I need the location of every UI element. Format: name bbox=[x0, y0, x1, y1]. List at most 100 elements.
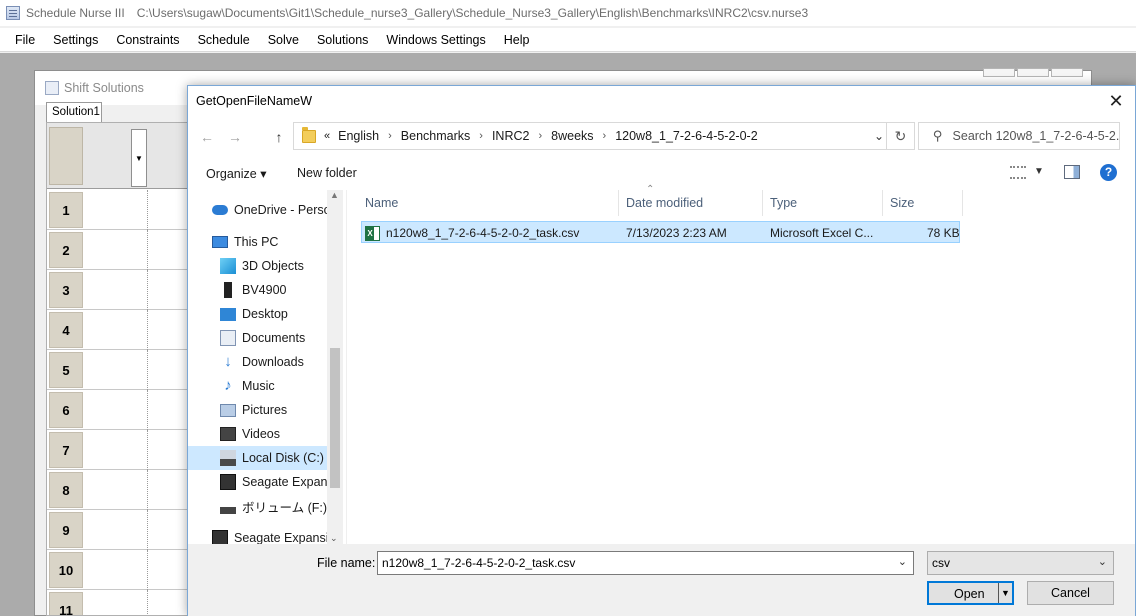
breadcrumb-current-folder[interactable]: 120w8_1_7-2-6-4-5-2-0-2 bbox=[615, 129, 757, 143]
minimize-button[interactable] bbox=[983, 68, 1015, 77]
chevron-down-icon[interactable]: ⌄ bbox=[874, 129, 884, 143]
column-dropdown-button[interactable]: ▼ bbox=[131, 129, 147, 187]
column-header-type[interactable]: Type bbox=[763, 190, 883, 216]
desktop-icon bbox=[220, 307, 236, 321]
table-row[interactable]: 3 bbox=[47, 270, 190, 310]
menu-windows-settings[interactable]: Windows Settings bbox=[377, 33, 494, 47]
file-size: 78 KB bbox=[927, 226, 960, 240]
nav-item-documents[interactable]: Documents bbox=[220, 326, 305, 350]
view-options-icon[interactable] bbox=[1010, 166, 1026, 179]
chevron-down-icon: ⌄ bbox=[1097, 556, 1107, 568]
cube-icon bbox=[220, 258, 236, 274]
nav-item-seagate-2[interactable]: Seagate Expansion bbox=[212, 526, 342, 544]
chevron-down-icon[interactable]: ⌄ bbox=[898, 555, 907, 568]
close-button[interactable] bbox=[1051, 68, 1083, 77]
preview-pane-icon[interactable] bbox=[1064, 165, 1080, 179]
menu-solutions[interactable]: Solutions bbox=[308, 33, 377, 47]
nav-item-music[interactable]: ♪ Music bbox=[220, 374, 274, 398]
organize-button[interactable]: Organize ▾ bbox=[206, 166, 266, 181]
scrollbar-thumb[interactable] bbox=[330, 348, 340, 488]
pictures-icon bbox=[220, 403, 236, 417]
menu-help[interactable]: Help bbox=[495, 33, 539, 47]
tab-solution1[interactable]: Solution1 bbox=[46, 102, 102, 122]
address-bar[interactable]: « English › Benchmarks › INRC2 › 8weeks … bbox=[293, 122, 915, 150]
file-row[interactable]: n120w8_1_7-2-6-4-5-2-0-2_task.csv 7/13/2… bbox=[361, 221, 960, 243]
file-type-select[interactable]: csv ⌄ bbox=[927, 551, 1114, 575]
row-number: 5 bbox=[49, 352, 83, 388]
refresh-icon[interactable]: ↻ bbox=[886, 123, 914, 149]
chevron-down-icon[interactable]: ▼ bbox=[1034, 166, 1044, 177]
music-icon: ♪ bbox=[224, 377, 232, 394]
chevron-right-icon[interactable]: › bbox=[388, 130, 392, 142]
column-header-name[interactable]: Name bbox=[348, 190, 619, 216]
open-split-dropdown-icon[interactable]: ▼ bbox=[998, 583, 1012, 603]
dialog-close-button[interactable]: ✕ bbox=[1107, 92, 1125, 110]
menu-file[interactable]: File bbox=[6, 33, 44, 47]
nav-item-pictures[interactable]: Pictures bbox=[220, 398, 287, 422]
pane-divider[interactable] bbox=[346, 190, 347, 544]
breadcrumb-overflow[interactable]: « bbox=[324, 130, 330, 142]
chevron-right-icon[interactable]: › bbox=[538, 130, 542, 142]
menu-constraints[interactable]: Constraints bbox=[107, 33, 188, 47]
file-name-field[interactable]: n120w8_1_7-2-6-4-5-2-0-2_task.csv ⌄ bbox=[377, 551, 914, 575]
search-box[interactable]: ⚲ Search 120w8_1_7-2-6-4-5-2... bbox=[918, 122, 1120, 150]
menu-solve[interactable]: Solve bbox=[259, 33, 308, 47]
dialog-title-bar[interactable]: GetOpenFileNameW bbox=[188, 86, 1135, 116]
drive-icon bbox=[220, 498, 236, 514]
scroll-down-icon[interactable]: ⌄ bbox=[330, 533, 338, 544]
nav-item-videos[interactable]: Videos bbox=[220, 422, 280, 446]
scroll-up-icon[interactable]: ▲ bbox=[330, 190, 339, 200]
app-file-path: C:\Users\sugaw\Documents\Git1\Schedule_n… bbox=[136, 6, 809, 20]
menu-schedule[interactable]: Schedule bbox=[189, 33, 259, 47]
menu-bar: File Settings Constraints Schedule Solve… bbox=[0, 28, 1136, 52]
maximize-button[interactable] bbox=[1017, 68, 1049, 77]
nav-item-onedrive[interactable]: OneDrive - Persor bbox=[212, 198, 335, 222]
table-row[interactable]: 1 bbox=[47, 190, 190, 230]
table-row[interactable]: 5 bbox=[47, 350, 190, 390]
nav-item-downloads[interactable]: ↓ Downloads bbox=[220, 350, 304, 374]
row-number: 2 bbox=[49, 232, 83, 268]
nav-item-local-disk[interactable]: Local Disk (C:) bbox=[188, 446, 327, 470]
shift-solutions-title: Shift Solutions bbox=[64, 81, 144, 95]
breadcrumb-benchmarks[interactable]: Benchmarks bbox=[401, 129, 470, 143]
grid-header: ▼ bbox=[47, 123, 190, 189]
breadcrumb-english[interactable]: English bbox=[338, 129, 379, 143]
open-button[interactable]: Open ▼ bbox=[927, 581, 1014, 605]
row-number: 10 bbox=[49, 552, 83, 588]
navigation-scrollbar[interactable]: ▲ ⌄ bbox=[327, 190, 343, 544]
table-row[interactable]: 7 bbox=[47, 430, 190, 470]
table-row[interactable]: 11 bbox=[47, 590, 190, 615]
breadcrumb-inrc2[interactable]: INRC2 bbox=[492, 129, 530, 143]
column-header-size[interactable]: Size bbox=[883, 190, 963, 216]
table-row[interactable]: 10 bbox=[47, 550, 190, 590]
file-type: Microsoft Excel C... bbox=[770, 226, 874, 240]
nav-item-this-pc[interactable]: This PC bbox=[212, 230, 278, 254]
up-arrow-icon[interactable]: ↑ bbox=[270, 128, 288, 146]
chevron-right-icon[interactable]: › bbox=[479, 130, 483, 142]
back-arrow-icon[interactable]: ← bbox=[198, 128, 216, 146]
column-header-date-modified[interactable]: Date modified bbox=[619, 190, 763, 216]
nav-item-bv4900[interactable]: BV4900 bbox=[220, 278, 286, 302]
nav-item-3d-objects[interactable]: 3D Objects bbox=[220, 254, 304, 278]
nav-item-volume-f[interactable]: ボリューム (F:) bbox=[220, 494, 327, 518]
nav-item-seagate-1[interactable]: Seagate Expansio bbox=[220, 470, 343, 494]
row-number: 7 bbox=[49, 432, 83, 468]
breadcrumb-8weeks[interactable]: 8weeks bbox=[551, 129, 593, 143]
child-window-controls bbox=[983, 68, 1083, 77]
search-placeholder: Search 120w8_1_7-2-6-4-5-2... bbox=[952, 129, 1120, 143]
new-folder-button[interactable]: New folder bbox=[297, 166, 357, 180]
document-icon bbox=[220, 330, 236, 346]
chevron-right-icon[interactable]: › bbox=[603, 130, 607, 142]
external-drive-icon bbox=[212, 530, 228, 544]
cancel-button[interactable]: Cancel bbox=[1027, 581, 1114, 605]
table-row[interactable]: 8 bbox=[47, 470, 190, 510]
forward-arrow-icon[interactable]: → bbox=[226, 128, 244, 146]
table-row[interactable]: 9 bbox=[47, 510, 190, 550]
row-number: 4 bbox=[49, 312, 83, 348]
table-row[interactable]: 2 bbox=[47, 230, 190, 270]
menu-settings[interactable]: Settings bbox=[44, 33, 107, 47]
table-row[interactable]: 6 bbox=[47, 390, 190, 430]
table-row[interactable]: 4 bbox=[47, 310, 190, 350]
help-icon[interactable]: ? bbox=[1100, 164, 1117, 181]
nav-item-desktop[interactable]: Desktop bbox=[220, 302, 288, 326]
